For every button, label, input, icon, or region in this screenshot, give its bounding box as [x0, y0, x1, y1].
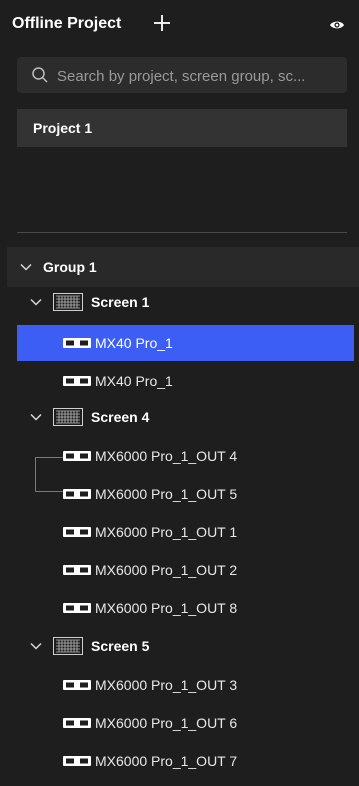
- device-icon: [63, 718, 91, 728]
- device-icon: [63, 376, 91, 386]
- screen-label: Screen 4: [91, 409, 150, 425]
- search-icon: [32, 67, 48, 83]
- group-row[interactable]: Group 1: [7, 247, 359, 287]
- device-icon: [63, 489, 91, 499]
- device-label: MX6000 Pro_1_OUT 3: [95, 677, 238, 693]
- visibility-toggle-button[interactable]: [327, 15, 347, 35]
- chevron-down-icon[interactable]: [29, 639, 43, 653]
- divider: [17, 232, 347, 233]
- device-item[interactable]: MX40 Pro_1: [17, 325, 354, 361]
- screen-grid-icon: [53, 293, 83, 311]
- device-icon: [63, 603, 91, 613]
- screen-label: Screen 5: [91, 638, 150, 654]
- device-label: MX6000 Pro_1_OUT 2: [95, 562, 238, 578]
- eye-icon: [330, 21, 344, 29]
- device-label: MX6000 Pro_1_OUT 8: [95, 600, 238, 616]
- device-label: MX40 Pro_1: [95, 335, 173, 351]
- screen-label: Screen 1: [91, 294, 150, 310]
- device-label: MX6000 Pro_1_OUT 7: [95, 753, 238, 769]
- group-label: Group 1: [43, 259, 97, 275]
- project-panel: Offline Project Project 1: [0, 0, 359, 786]
- device-label: MX6000 Pro_1_OUT 5: [95, 486, 238, 502]
- device-label: MX6000 Pro_1_OUT 6: [95, 715, 238, 731]
- device-item[interactable]: MX6000 Pro_1_OUT 5: [17, 476, 354, 512]
- device-item[interactable]: MX40 Pro_1: [17, 363, 354, 399]
- chevron-down-icon[interactable]: [29, 410, 43, 424]
- device-icon: [63, 565, 91, 575]
- device-label: MX40 Pro_1: [95, 373, 173, 389]
- chevron-down-icon[interactable]: [29, 295, 43, 309]
- panel-header: Offline Project: [0, 0, 359, 50]
- device-icon: [63, 680, 91, 690]
- plus-icon: [154, 15, 170, 31]
- device-item[interactable]: MX6000 Pro_1_OUT 8: [17, 590, 354, 626]
- project-item[interactable]: Project 1: [17, 109, 347, 147]
- screen-row[interactable]: Screen 5: [7, 627, 359, 665]
- device-item[interactable]: MX6000 Pro_1_OUT 7: [17, 743, 354, 779]
- device-item[interactable]: MX6000 Pro_1_OUT 1: [17, 514, 354, 550]
- device-label: MX6000 Pro_1_OUT 1: [95, 524, 238, 540]
- device-icon: [63, 338, 91, 348]
- device-item[interactable]: MX6000 Pro_1_OUT 3: [17, 667, 354, 703]
- device-item[interactable]: MX6000 Pro_1_OUT 2: [17, 552, 354, 588]
- device-icon: [63, 756, 91, 766]
- panel-title: Offline Project: [12, 15, 122, 32]
- search-box: [17, 57, 347, 95]
- chevron-down-icon[interactable]: [19, 260, 33, 274]
- device-item[interactable]: MX6000 Pro_1_OUT 4: [17, 438, 354, 474]
- device-item[interactable]: MX6000 Pro_1_OUT 6: [17, 705, 354, 741]
- search-input[interactable]: [55, 57, 347, 95]
- screen-grid-icon: [53, 637, 83, 655]
- device-label: MX6000 Pro_1_OUT 4: [95, 448, 238, 464]
- screen-grid-icon: [53, 408, 83, 426]
- device-icon: [63, 527, 91, 537]
- project-label: Project 1: [33, 120, 93, 136]
- screen-row[interactable]: Screen 4: [7, 398, 359, 436]
- screen-row[interactable]: Screen 1: [7, 283, 359, 321]
- add-project-button[interactable]: [151, 12, 173, 34]
- device-icon: [63, 451, 91, 461]
